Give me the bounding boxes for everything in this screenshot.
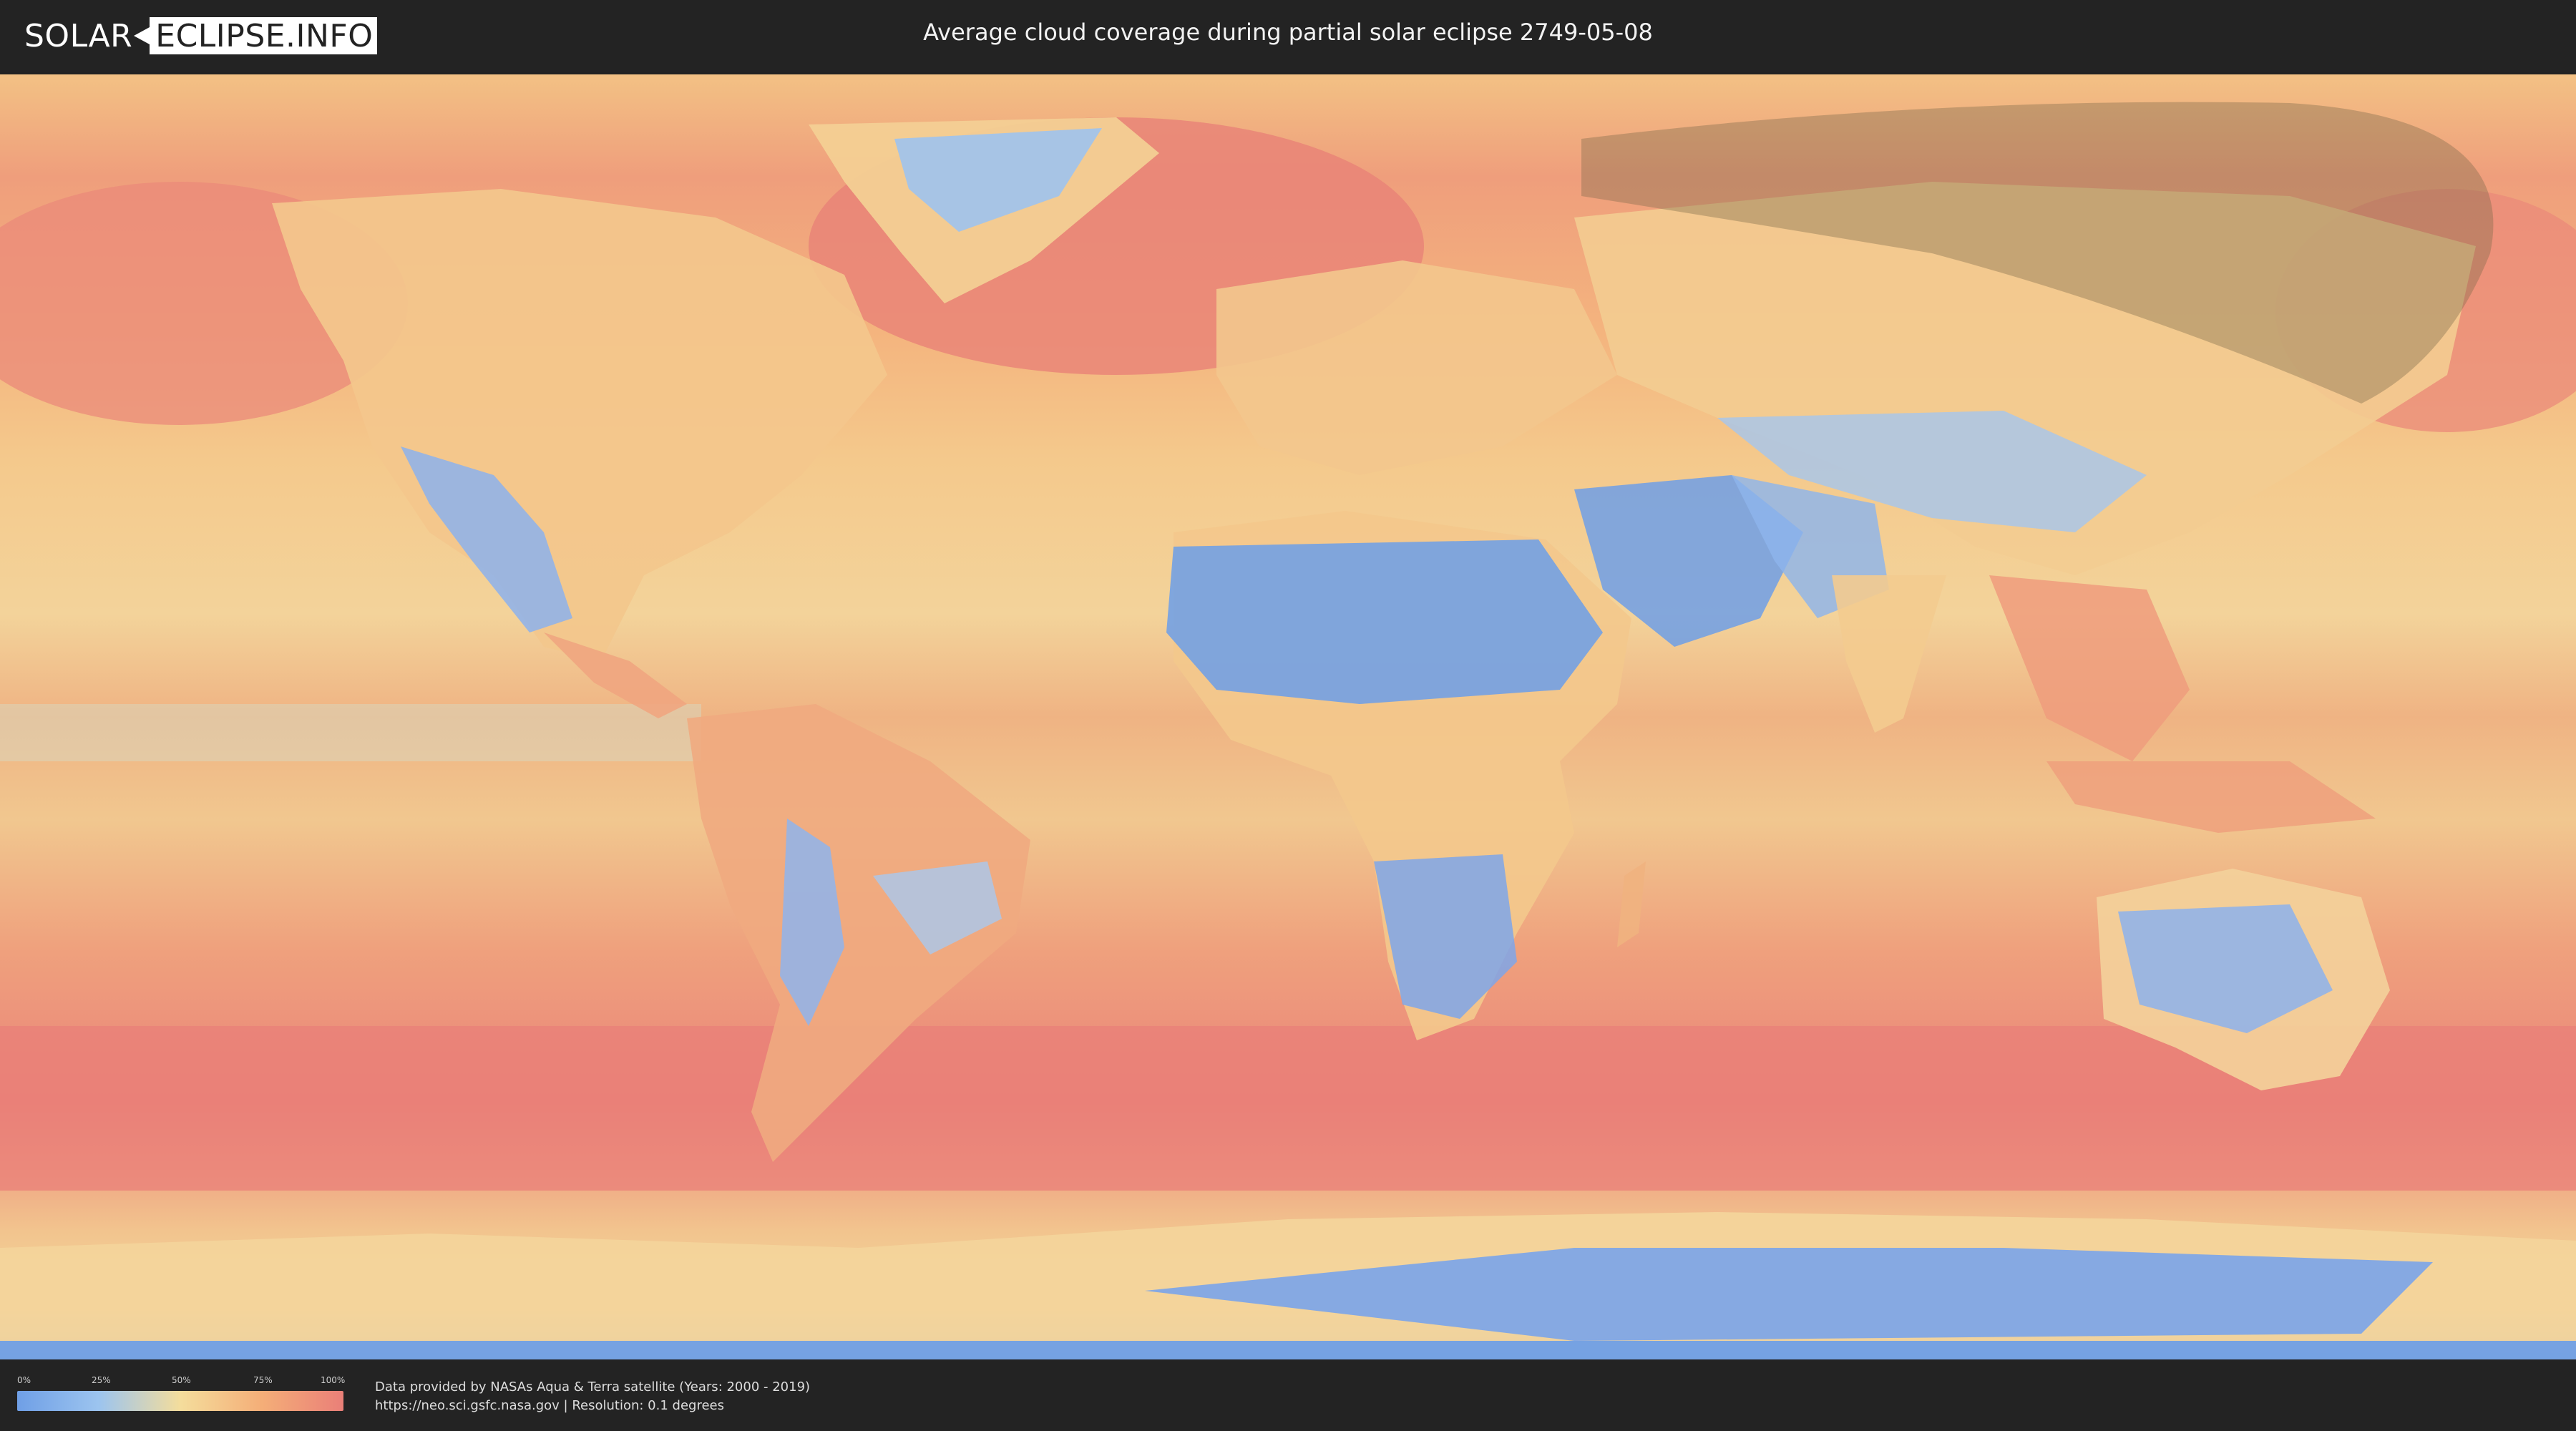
legend-tick-0: 0%: [17, 1375, 31, 1385]
header-bar: SOLAR ECLIPSE.INFO Average cloud coverag…: [0, 0, 2576, 72]
page: SOLAR ECLIPSE.INFO Average cloud coverag…: [0, 0, 2576, 1431]
data-credits: Data provided by NASAs Aqua & Terra sate…: [375, 1378, 810, 1415]
footer-bar: 0% 25% 50% 75% 100% Data provided by NAS…: [0, 1359, 2576, 1431]
credits-line-url: https://neo.sci.gsfc.nasa.gov | Resoluti…: [375, 1398, 724, 1413]
cloud-coverage-map[interactable]: [0, 74, 2576, 1359]
world-map-icon: [0, 74, 2576, 1359]
coverage-legend: 0% 25% 50% 75% 100%: [17, 1375, 346, 1415]
page-title: Average cloud coverage during partial so…: [923, 19, 1653, 46]
legend-tick-50: 50%: [172, 1375, 191, 1385]
legend-tick-25: 25%: [92, 1375, 111, 1385]
credits-line-source: Data provided by NASAs Aqua & Terra sate…: [375, 1379, 811, 1395]
legend-tick-75: 75%: [253, 1375, 273, 1385]
legend-tick-100: 100%: [321, 1375, 346, 1385]
legend-gradient-bar: [17, 1391, 343, 1411]
